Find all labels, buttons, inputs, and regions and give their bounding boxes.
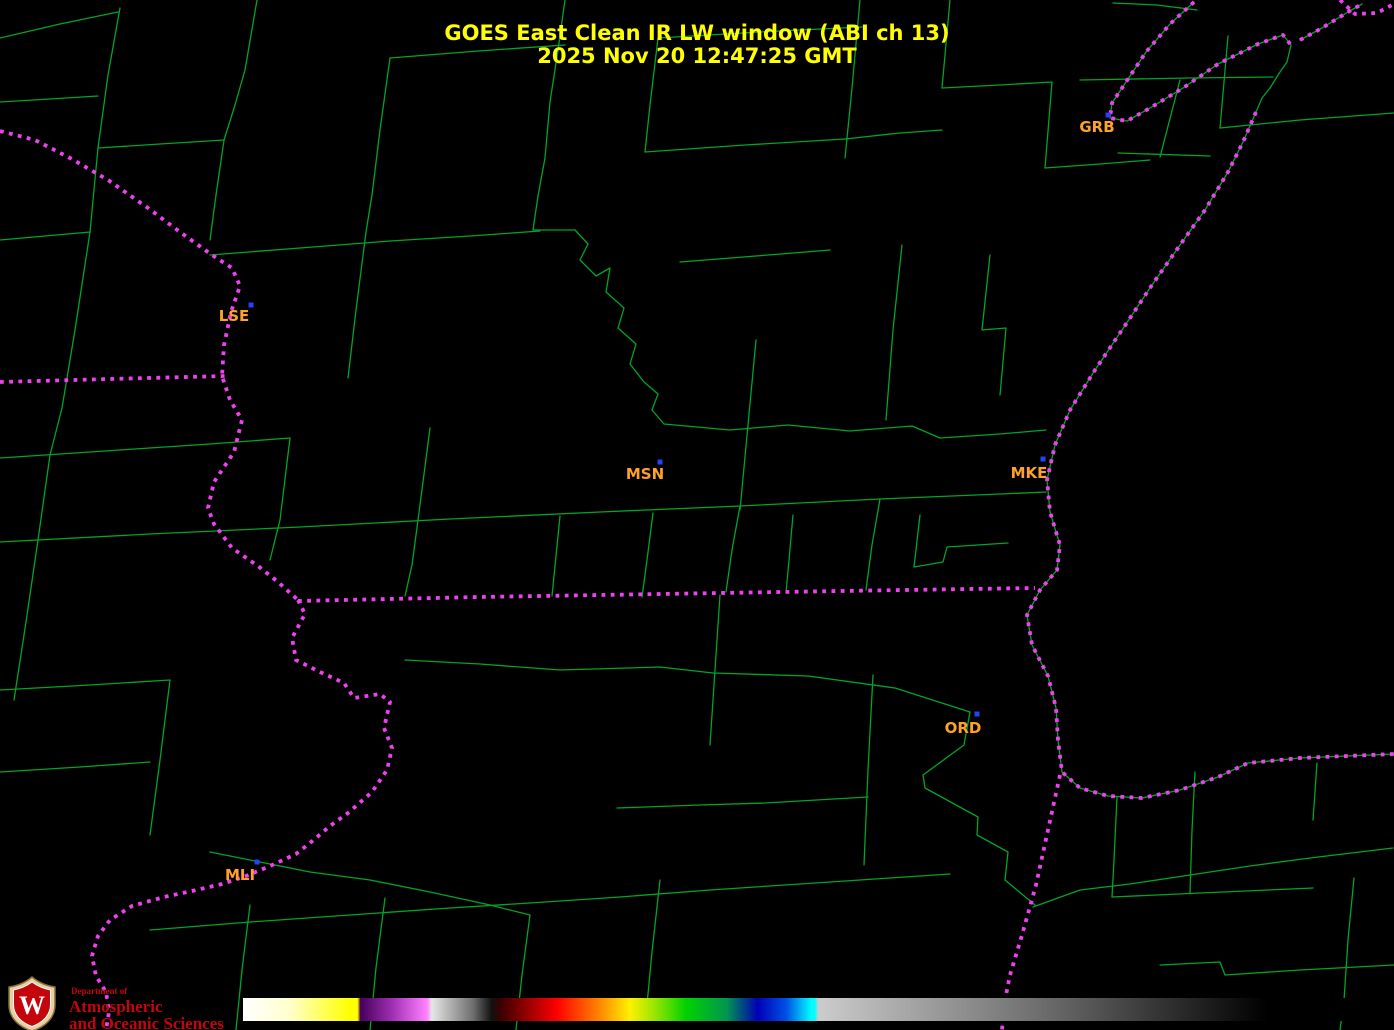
satellite-map: GRB LSE MSN MKE ORD MLI GOES East Clean IR LW… (0, 0, 1394, 1030)
map-title-line2: 2025 Nov 20 12:47:25 GMT (537, 44, 857, 68)
station-dot-grb (1105, 112, 1111, 118)
station-dot-mli (254, 859, 260, 865)
logo-dept-line: Department of (71, 986, 128, 996)
logo-name-line2: and Oceanic Sciences (69, 1014, 224, 1030)
map-title-line1: GOES East Clean IR LW window (ABI ch 13) (444, 21, 949, 45)
station-dot-mke (1040, 456, 1046, 462)
goes-satellite-viewer: GRB LSE MSN MKE ORD MLI GOES East Clean IR LW… (0, 0, 1394, 1030)
station-label-grb: GRB (1079, 118, 1114, 136)
station-dot-ord (974, 711, 980, 717)
uw-crest-icon: W (8, 976, 56, 1030)
station-label-lse: LSE (219, 307, 250, 325)
crest-letter: W (19, 991, 45, 1020)
station-label-ord: ORD (945, 719, 982, 737)
station-label-msn: MSN (626, 465, 664, 483)
station-label-mli: MLI (225, 866, 255, 884)
station-dot-msn (657, 459, 663, 465)
station-label-mke: MKE (1011, 464, 1048, 482)
temperature-colorbar (243, 998, 1394, 1021)
